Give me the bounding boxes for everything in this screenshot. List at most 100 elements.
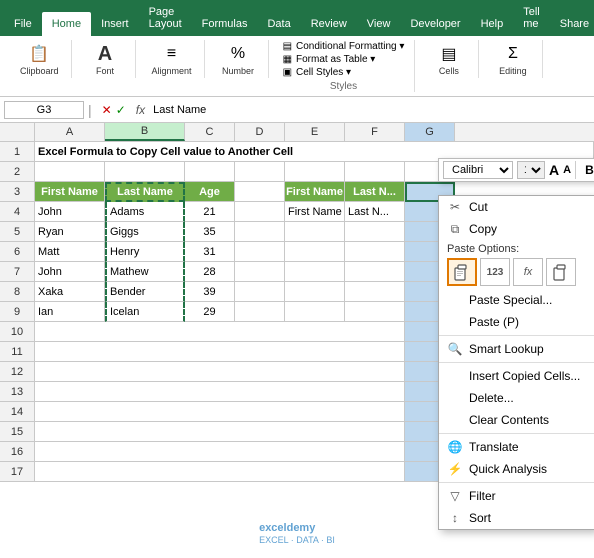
cell-e8[interactable] — [285, 282, 345, 302]
font-button[interactable]: A Font — [87, 40, 123, 78]
cell-b4[interactable]: Adams — [105, 202, 185, 222]
cell-a6[interactable]: Matt — [35, 242, 105, 262]
cell-a3[interactable]: First Name — [35, 182, 105, 202]
cell-f5[interactable] — [345, 222, 405, 242]
tab-tell-me[interactable]: Tell me — [513, 0, 550, 36]
cell-f8[interactable] — [345, 282, 405, 302]
cell-e4[interactable]: First Name — [285, 202, 345, 222]
conditional-formatting-button[interactable]: ▤ Conditional Formatting ▾ — [281, 40, 407, 53]
cell-d2[interactable] — [235, 162, 285, 182]
cell-c9[interactable]: 29 — [185, 302, 235, 322]
cell-a12[interactable] — [35, 362, 405, 382]
cell-a9[interactable]: Ian — [35, 302, 105, 322]
tab-review[interactable]: Review — [301, 12, 357, 36]
tab-data[interactable]: Data — [257, 12, 300, 36]
cell-c8[interactable]: 39 — [185, 282, 235, 302]
cell-c7[interactable]: 28 — [185, 262, 235, 282]
cell-b8[interactable]: Bender — [105, 282, 185, 302]
cell-b5[interactable]: Giggs — [105, 222, 185, 242]
tab-page-layout[interactable]: Page Layout — [139, 0, 192, 36]
cell-e6[interactable] — [285, 242, 345, 262]
cell-c3[interactable]: Age — [185, 182, 235, 202]
cell-f9[interactable] — [345, 302, 405, 322]
paste-icon-formula[interactable]: fx — [513, 258, 543, 286]
cell-d3[interactable] — [235, 182, 285, 202]
cell-b6[interactable]: Henry — [105, 242, 185, 262]
cell-a15[interactable] — [35, 422, 405, 442]
cell-d9[interactable] — [235, 302, 285, 322]
col-header-e[interactable]: E — [285, 123, 345, 141]
cell-d8[interactable] — [235, 282, 285, 302]
col-header-a[interactable]: A — [35, 123, 105, 141]
col-header-g[interactable]: G — [405, 123, 455, 141]
cell-f3[interactable]: Last N... — [345, 182, 405, 202]
cell-c6[interactable]: 31 — [185, 242, 235, 262]
sort-menu-item[interactable]: ↕ Sort — [439, 507, 594, 529]
tab-help[interactable]: Help — [471, 12, 514, 36]
cell-a7[interactable]: John — [35, 262, 105, 282]
col-header-d[interactable]: D — [235, 123, 285, 141]
editing-button[interactable]: Σ Editing — [495, 40, 531, 78]
tab-view[interactable]: View — [357, 12, 401, 36]
cell-a8[interactable]: Xaka — [35, 282, 105, 302]
cell-b2[interactable] — [105, 162, 185, 182]
cell-c2[interactable] — [185, 162, 235, 182]
cell-c5[interactable]: 35 — [185, 222, 235, 242]
cut-menu-item[interactable]: ✂ Cut — [439, 196, 594, 218]
tab-formulas[interactable]: Formulas — [192, 12, 258, 36]
cell-f6[interactable] — [345, 242, 405, 262]
cell-d7[interactable] — [235, 262, 285, 282]
confirm-formula-icon[interactable]: ✓ — [116, 103, 126, 117]
cell-a13[interactable] — [35, 382, 405, 402]
col-header-c[interactable]: C — [185, 123, 235, 141]
cell-b9[interactable]: Icelan — [105, 302, 185, 322]
col-header-b[interactable]: B — [105, 123, 185, 141]
paste-special-menu-item[interactable]: Paste Special... — [439, 289, 594, 311]
translate-menu-item[interactable]: 🌐 Translate — [439, 436, 594, 458]
bold-button[interactable]: B — [580, 161, 594, 179]
cell-a16[interactable] — [35, 442, 405, 462]
tab-insert[interactable]: Insert — [91, 12, 139, 36]
tab-share[interactable]: Share — [550, 12, 594, 36]
quick-analysis-menu-item[interactable]: ⚡ Quick Analysis — [439, 458, 594, 480]
cell-b7[interactable]: Mathew — [105, 262, 185, 282]
paste-icon-formatting[interactable] — [546, 258, 576, 286]
delete-menu-item[interactable]: Delete... — [439, 387, 594, 409]
cell-d6[interactable] — [235, 242, 285, 262]
paste-icon-values[interactable]: 123 — [480, 258, 510, 286]
cell-e3[interactable]: First Name — [285, 182, 345, 202]
cell-a14[interactable] — [35, 402, 405, 422]
clear-contents-menu-item[interactable]: Clear Contents — [439, 409, 594, 431]
formula-input[interactable] — [149, 104, 590, 116]
cell-a2[interactable] — [35, 162, 105, 182]
cell-a5[interactable]: Ryan — [35, 222, 105, 242]
cell-e5[interactable] — [285, 222, 345, 242]
cells-button[interactable]: ▤ Cells — [431, 40, 467, 78]
format-as-table-button[interactable]: ▦ Format as Table ▾ — [281, 53, 407, 66]
tab-file[interactable]: File — [4, 12, 42, 36]
cell-e7[interactable] — [285, 262, 345, 282]
cell-a4[interactable]: John — [35, 202, 105, 222]
font-decrease-icon[interactable]: A — [563, 164, 571, 176]
font-selector[interactable]: Calibri — [443, 161, 513, 179]
cell-e2[interactable] — [285, 162, 345, 182]
cell-d5[interactable] — [235, 222, 285, 242]
col-header-f[interactable]: F — [345, 123, 405, 141]
filter-menu-item[interactable]: ▽ Filter — [439, 485, 594, 507]
cell-f7[interactable] — [345, 262, 405, 282]
cell-c4[interactable]: 21 — [185, 202, 235, 222]
cell-f4[interactable]: Last N... — [345, 202, 405, 222]
paste-icon-default[interactable] — [447, 258, 477, 286]
alignment-button[interactable]: ≡ Alignment — [148, 40, 196, 78]
tab-developer[interactable]: Developer — [400, 12, 470, 36]
smart-lookup-menu-item[interactable]: 🔍 Smart Lookup — [439, 338, 594, 360]
cell-b3[interactable]: Last Name — [105, 182, 185, 202]
cell-a11[interactable] — [35, 342, 405, 362]
cell-styles-button[interactable]: ▣ Cell Styles ▾ — [281, 66, 407, 79]
cell-a17[interactable] — [35, 462, 405, 482]
copy-menu-item[interactable]: ⧉ Copy — [439, 218, 594, 240]
cancel-formula-icon[interactable]: ✕ — [102, 103, 112, 117]
clipboard-button[interactable]: 📋 Clipboard — [16, 40, 63, 78]
cell-a10[interactable] — [35, 322, 405, 342]
cell-f2[interactable] — [345, 162, 405, 182]
